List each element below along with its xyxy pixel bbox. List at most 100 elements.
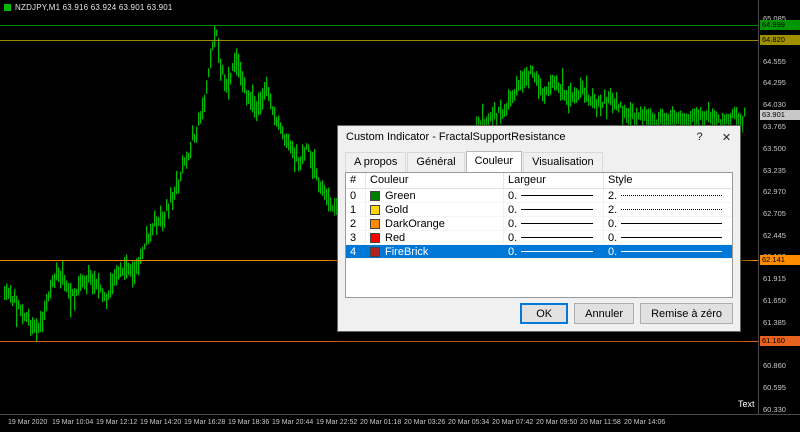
tab-general[interactable]: Général [407, 152, 465, 173]
width-line-preview [521, 209, 593, 210]
largeur-cell[interactable]: 0. [504, 231, 604, 244]
help-icon[interactable]: ? [686, 126, 713, 148]
time-axis-label: 20 Mar 09:50 [536, 419, 578, 426]
width-line-preview [521, 195, 593, 196]
color-name: Red [385, 231, 406, 244]
price-tag: 62.141 [760, 255, 800, 266]
style-value: 2. [608, 189, 618, 202]
style-cell[interactable]: 2. [604, 189, 732, 202]
color-settings-list: # Couleur Largeur Style 0 Green 0. 2. 1 Gold 0… [345, 172, 733, 298]
color-row-gold[interactable]: 1 Gold 0. 2. [346, 203, 732, 217]
indicator-hline[interactable] [0, 340, 758, 342]
ok-button[interactable]: OK [520, 303, 569, 324]
price-axis-label: 60.595 [763, 382, 786, 392]
price-axis-label: 63.500 [763, 143, 786, 153]
time-axis-label: 19 Mar 20:44 [272, 419, 314, 426]
largeur-value: 0. [508, 245, 518, 258]
table-body: 0 Green 0. 2. 1 Gold 0. 2. 2 DarkOrange 0. 0. 3 Red 0.… [346, 189, 732, 259]
time-axis-label: 20 Mar 05:34 [448, 419, 490, 426]
table-header: # Couleur Largeur Style [346, 173, 732, 189]
price-axis-label: 60.860 [763, 361, 786, 371]
largeur-cell[interactable]: 0. [504, 245, 604, 258]
row-index: 4 [350, 245, 357, 258]
style-value: 0. [608, 231, 618, 244]
style-value: 2. [608, 203, 618, 216]
style-cell[interactable]: 0. [604, 245, 732, 258]
style-cell[interactable]: 0. [604, 231, 732, 244]
color-name-cell[interactable]: Red [366, 231, 504, 244]
close-icon[interactable]: ✕ [713, 126, 740, 148]
symbol-ohlc-label: NZDJPY,M1 63.916 63.924 63.901 63.901 [15, 3, 173, 12]
style-line-preview [621, 251, 722, 252]
time-axis-label: 19 Mar 12:12 [96, 419, 138, 426]
dialog-title: Custom Indicator - FractalSupportResista… [346, 131, 566, 143]
time-axis-label: 20 Mar 11:58 [580, 419, 621, 426]
color-swatch[interactable] [370, 218, 380, 229]
price-axis-label: 62.445 [763, 230, 786, 240]
time-axis-label: 20 Mar 14:06 [624, 419, 666, 426]
width-line-preview [521, 237, 593, 238]
price-axis-label: 60.330 [763, 404, 786, 414]
color-name-cell[interactable]: FireBrick [366, 245, 504, 258]
price-axis-label: 61.385 [763, 317, 786, 327]
color-name-cell[interactable]: Green [366, 189, 504, 202]
tab-couleur[interactable]: Couleur [465, 151, 523, 172]
largeur-cell[interactable]: 0. [504, 189, 604, 202]
style-cell[interactable]: 2. [604, 203, 732, 216]
dialog-titlebar[interactable]: Custom Indicator - FractalSupportResista… [338, 126, 740, 148]
color-name-cell[interactable]: Gold [366, 203, 504, 216]
color-row-red[interactable]: 3 Red 0. 0. [346, 231, 732, 245]
width-line-preview [521, 223, 593, 224]
price-axis-label: 61.650 [763, 296, 786, 306]
style-line-preview [621, 237, 722, 238]
price-axis[interactable]: 65.08564.82064.55564.29564.03063.76563.5… [758, 0, 800, 414]
price-axis-label: 64.555 [763, 57, 786, 67]
header-largeur: Largeur [504, 173, 604, 188]
row-index: 1 [346, 203, 366, 216]
time-axis-label: 20 Mar 01:18 [360, 419, 402, 426]
style-cell[interactable]: 0. [604, 217, 732, 230]
largeur-value: 0. [508, 189, 518, 202]
price-tag: 64.999 [760, 20, 800, 31]
color-name-cell[interactable]: DarkOrange [366, 217, 504, 230]
color-swatch[interactable] [370, 204, 380, 215]
color-swatch[interactable] [370, 232, 380, 243]
color-name: Green [385, 189, 416, 202]
color-row-darkorange[interactable]: 2 DarkOrange 0. 0. [346, 217, 732, 231]
largeur-value: 0. [508, 203, 518, 216]
price-tag: 64.820 [760, 34, 800, 45]
price-tag: 61.160 [760, 335, 800, 346]
time-axis[interactable]: 19 Mar 2020 19 Mar 10:04 19 Mar 12:12 19 Ma… [0, 414, 800, 432]
color-row-firebrick[interactable]: 4 FireBrick 0. 0. [346, 245, 732, 259]
header-index: # [346, 173, 366, 188]
chart-text-object[interactable]: Text [738, 399, 755, 409]
price-axis-label: 64.295 [763, 78, 786, 88]
reset-button[interactable]: Remise à zéro [640, 303, 733, 324]
style-value: 0. [608, 245, 618, 258]
color-name: FireBrick [385, 245, 429, 258]
color-swatch[interactable] [370, 246, 380, 257]
color-swatch[interactable] [370, 190, 380, 201]
price-axis-label: 63.235 [763, 165, 786, 175]
price-axis-label: 62.970 [763, 187, 786, 197]
indicator-hline[interactable] [0, 39, 758, 41]
largeur-cell[interactable]: 0. [504, 203, 604, 216]
tab-a-propos[interactable]: A propos [345, 152, 407, 173]
time-axis-label: 20 Mar 03:26 [404, 419, 446, 426]
largeur-value: 0. [508, 231, 518, 244]
chart-icon [4, 4, 11, 11]
time-axis-label: 19 Mar 2020 [8, 419, 48, 426]
time-axis-label: 19 Mar 18:36 [228, 419, 270, 426]
price-axis-label: 63.765 [763, 122, 786, 132]
cancel-button[interactable]: Annuler [574, 303, 635, 324]
largeur-cell[interactable]: 0. [504, 217, 604, 230]
tab-visualisation[interactable]: Visualisation [523, 152, 603, 173]
time-axis-label: 20 Mar 07:42 [492, 419, 534, 426]
time-axis-label: 19 Mar 16:28 [184, 419, 226, 426]
indicator-hline[interactable] [0, 25, 758, 27]
header-couleur: Couleur [366, 173, 504, 188]
largeur-value: 0. [508, 217, 518, 230]
style-value: 0. [608, 217, 618, 230]
row-index: 2 [346, 217, 366, 230]
color-row-green[interactable]: 0 Green 0. 2. [346, 189, 732, 203]
